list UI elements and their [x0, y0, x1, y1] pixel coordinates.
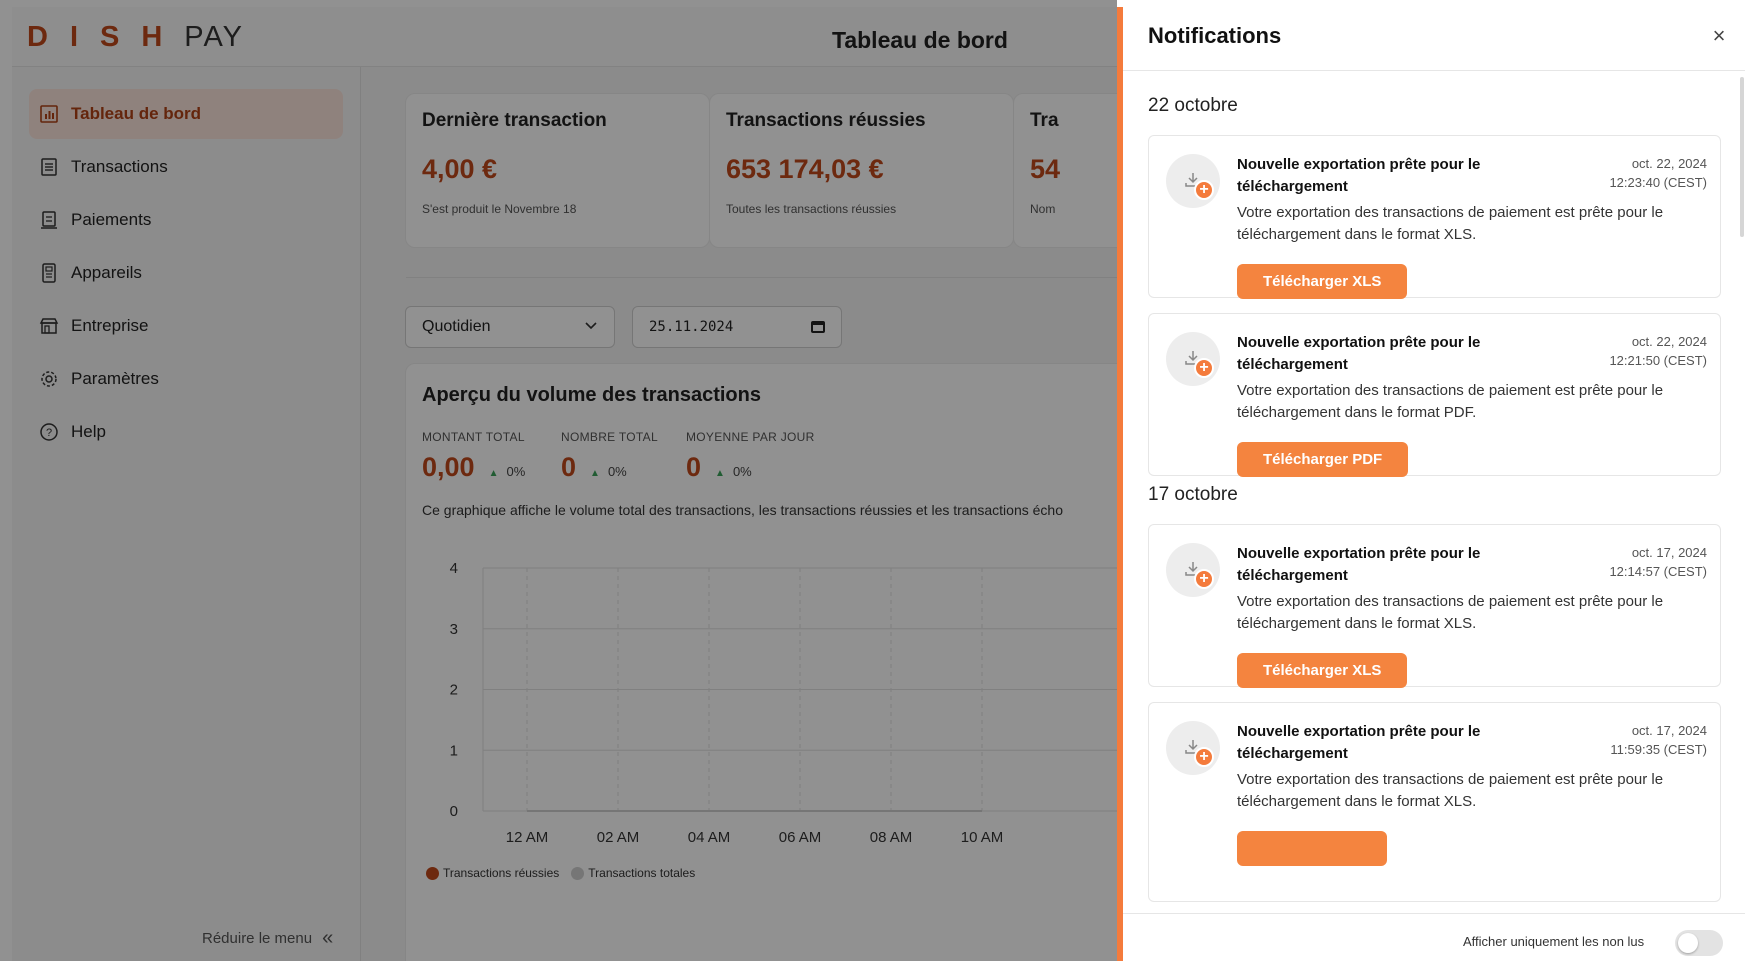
- notification-time: 12:21:50 (CEST): [1609, 353, 1707, 368]
- notification-time: 12:14:57 (CEST): [1609, 564, 1707, 579]
- notifications-panel: Notifications × 22 octobre + Nouvelle ex…: [1117, 7, 1745, 961]
- notification-timestamp: oct. 22, 2024 12:21:50 (CEST): [1529, 332, 1707, 370]
- download-icon: [1166, 332, 1220, 386]
- modal-backdrop[interactable]: [0, 0, 1117, 961]
- scrollbar[interactable]: [1740, 77, 1744, 237]
- notification-day-heading: 22 octobre: [1148, 95, 1238, 116]
- notification-item[interactable]: + Nouvelle exportation prête pour le tél…: [1148, 135, 1721, 299]
- notification-body: Votre exportation des transactions de pa…: [1237, 593, 1664, 632]
- plus-icon: +: [1194, 358, 1214, 378]
- notification-body: Votre exportation des transactions de pa…: [1237, 771, 1664, 810]
- unread-only-toggle[interactable]: [1675, 930, 1723, 956]
- notification-item[interactable]: + Nouvelle exportation prête pour le tél…: [1148, 702, 1721, 902]
- download-pdf-button[interactable]: Télécharger PDF: [1237, 442, 1409, 477]
- notifications-header: Notifications ×: [1123, 7, 1745, 71]
- plus-icon: +: [1194, 569, 1214, 589]
- notification-day-heading: 17 octobre: [1148, 484, 1238, 505]
- notification-timestamp: oct. 17, 2024 11:59:35 (CEST): [1529, 721, 1707, 759]
- notification-timestamp: oct. 22, 2024 12:23:40 (CEST): [1529, 154, 1707, 192]
- notification-title: Nouvelle exportation prête pour le téléc…: [1237, 545, 1481, 584]
- notification-title: Nouvelle exportation prête pour le téléc…: [1237, 156, 1481, 195]
- download-xls-button[interactable]: Télécharger XLS: [1237, 264, 1408, 299]
- plus-icon: +: [1194, 747, 1214, 767]
- download-icon: [1166, 721, 1220, 775]
- notifications-title: Notifications: [1148, 23, 1282, 48]
- download-icon: [1166, 154, 1220, 208]
- notification-body: Votre exportation des transactions de pa…: [1237, 382, 1664, 421]
- notification-date: oct. 17, 2024: [1631, 723, 1707, 738]
- notification-title: Nouvelle exportation prête pour le téléc…: [1237, 723, 1481, 762]
- unread-only-label: Afficher uniquement les non lus: [1463, 934, 1645, 949]
- download-xls-button[interactable]: Télécharger XLS: [1237, 653, 1408, 688]
- download-xls-button[interactable]: [1237, 831, 1387, 866]
- close-icon[interactable]: ×: [1708, 25, 1730, 47]
- notification-time: 12:23:40 (CEST): [1609, 175, 1707, 190]
- notification-date: oct. 22, 2024: [1631, 156, 1707, 171]
- notification-date: oct. 22, 2024: [1631, 334, 1707, 349]
- notification-item[interactable]: + Nouvelle exportation prête pour le tél…: [1148, 524, 1721, 688]
- notification-item[interactable]: + Nouvelle exportation prête pour le tél…: [1148, 313, 1721, 477]
- plus-icon: +: [1194, 180, 1214, 200]
- notification-body: Votre exportation des transactions de pa…: [1237, 204, 1664, 243]
- notifications-footer: Afficher uniquement les non lus: [1123, 913, 1745, 961]
- notification-time: 11:59:35 (CEST): [1610, 742, 1707, 757]
- notification-timestamp: oct. 17, 2024 12:14:57 (CEST): [1529, 543, 1707, 581]
- download-icon: [1166, 543, 1220, 597]
- toggle-knob: [1678, 933, 1698, 953]
- notification-title: Nouvelle exportation prête pour le téléc…: [1237, 334, 1481, 373]
- notification-date: oct. 17, 2024: [1631, 545, 1707, 560]
